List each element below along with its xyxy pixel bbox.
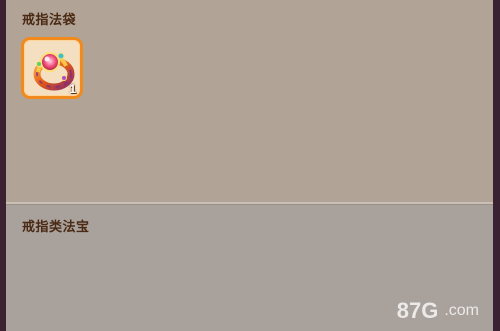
watermark-brand: 87G: [396, 298, 439, 323]
ring-bag-title: 戒指法袋: [22, 13, 77, 28]
inventory-panel: 戒指法袋 1 戒指类法宝 87G .com: [6, 0, 493, 331]
item-slot[interactable]: 1: [21, 37, 83, 99]
ring-treasure-title: 戒指类法宝: [22, 220, 90, 235]
window-frame: 戒指法袋 1 戒指类法宝 87G .com: [0, 0, 500, 331]
site-watermark: 87G .com: [397, 298, 479, 324]
watermark-suffix: .com: [444, 302, 479, 319]
ring-bag-section: 戒指法袋 1: [6, 0, 493, 202]
item-count-badge: 1: [69, 82, 76, 96]
